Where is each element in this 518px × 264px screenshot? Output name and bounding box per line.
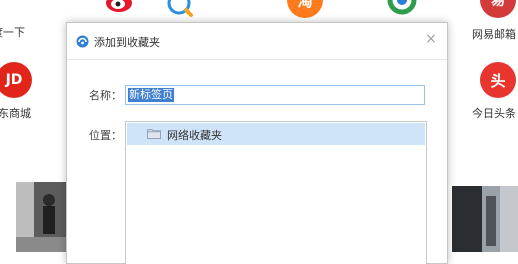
shortcut-netease-label: 网易邮箱 bbox=[472, 28, 516, 41]
jd-icon: JD bbox=[0, 62, 32, 98]
shortcut-weibo[interactable] bbox=[90, 0, 150, 18]
tree-item-label: 网络收藏夹 bbox=[167, 129, 222, 142]
name-input-value: 新标签页 bbox=[128, 88, 174, 102]
shortcut-jd[interactable]: JD 东商城 bbox=[0, 62, 44, 120]
shortcut-baidu-label: 度一下 bbox=[0, 26, 25, 39]
tree-item-favorites-folder[interactable]: 网络收藏夹 bbox=[127, 123, 425, 145]
taobao-icon: 淘 bbox=[287, 0, 323, 18]
weibo-icon bbox=[102, 0, 138, 18]
location-label: 位置： bbox=[89, 129, 122, 142]
shortcut-taobao[interactable]: 淘 bbox=[275, 0, 335, 18]
colorful-ring-icon bbox=[384, 0, 420, 18]
shortcut-camera[interactable] bbox=[372, 0, 432, 18]
news-photo-right bbox=[452, 186, 518, 252]
folder-icon bbox=[147, 129, 161, 139]
dialog-header: 添加到收藏夹 × bbox=[67, 23, 447, 60]
close-icon[interactable]: × bbox=[424, 32, 438, 46]
netease-mail-icon: 易 bbox=[480, 0, 516, 18]
add-favorite-dialog: 添加到收藏夹 × 名称： 新标签页 位置： 网络收藏夹 bbox=[66, 22, 448, 264]
news-thumbnail-left[interactable] bbox=[16, 182, 66, 252]
name-input[interactable]: 新标签页 bbox=[125, 85, 425, 105]
shortcut-toutiao-label: 今日头条 bbox=[472, 107, 516, 120]
name-label: 名称： bbox=[89, 89, 122, 102]
shortcut-netease-mail[interactable]: 易 网易邮箱 bbox=[468, 0, 518, 41]
shortcut-toutiao[interactable]: 头 今日头条 bbox=[468, 62, 518, 120]
location-tree[interactable]: 网络收藏夹 bbox=[125, 121, 427, 264]
search-circle-icon bbox=[162, 0, 198, 22]
news-photo-left bbox=[16, 182, 66, 252]
browser-logo-icon bbox=[76, 35, 89, 48]
dialog-title: 添加到收藏夹 bbox=[94, 36, 160, 49]
shortcut-search[interactable] bbox=[150, 0, 210, 22]
shortcut-jd-label: 东商城 bbox=[0, 107, 31, 120]
toutiao-icon: 头 bbox=[480, 62, 516, 98]
news-thumbnail-right[interactable] bbox=[452, 186, 518, 252]
